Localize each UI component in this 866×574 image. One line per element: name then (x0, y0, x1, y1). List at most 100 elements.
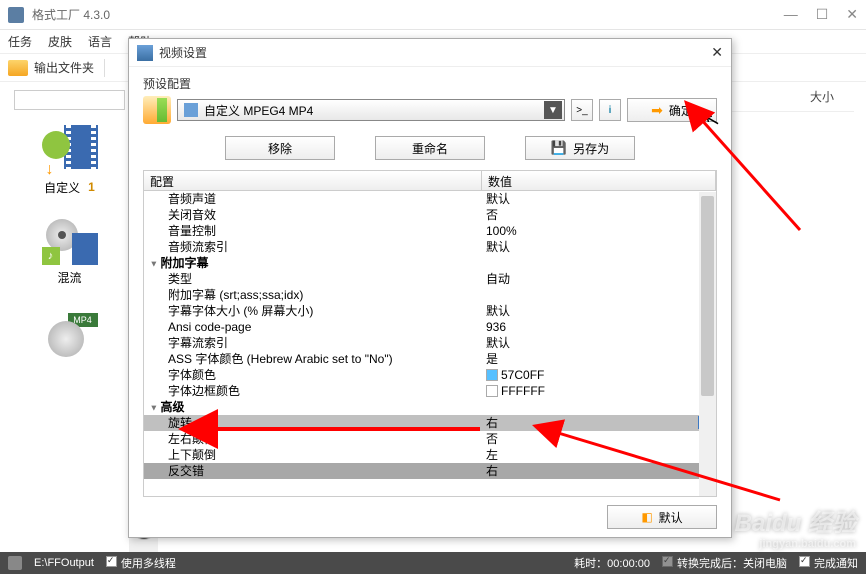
settings-table: 配置 数值 音频声道默认关闭音效否音量控制100%音频流索引默认附加字幕类型自动… (143, 170, 717, 497)
table-row[interactable]: 字体颜色57C0FF (144, 367, 716, 383)
cell-value[interactable]: 右▾ (482, 415, 716, 431)
column-size[interactable]: 大小 (810, 88, 834, 105)
cell-value[interactable] (482, 287, 716, 303)
preset-icon (143, 96, 171, 124)
custom-label: 自定义 (44, 179, 80, 196)
table-row[interactable]: 上下颠倒左 (144, 447, 716, 463)
cell-value[interactable]: 100% (482, 223, 716, 239)
table-row[interactable]: 反交错右 (144, 463, 716, 479)
save-icon: 💾 (551, 140, 567, 156)
drive-icon (8, 556, 22, 570)
table-row[interactable]: ASS 字体颜色 (Hebrew Arabic set to "No")是 (144, 351, 716, 367)
table-row[interactable]: Ansi code-page936 (144, 319, 716, 335)
table-row[interactable]: 字幕流索引默认 (144, 335, 716, 351)
cell-key: 附加字幕 (srt;ass;ssa;idx) (144, 287, 482, 303)
close-button[interactable]: ✕ (846, 6, 858, 23)
scrollbar-thumb[interactable] (701, 196, 714, 396)
rename-button[interactable]: 重命名 (375, 136, 485, 160)
cell-key: 类型 (144, 271, 482, 287)
remove-button[interactable]: 移除 (225, 136, 335, 160)
video-settings-dialog: 视频设置 ✕ 预设配置 自定义 MPEG4 MP4 ▼ >_ i ➡ 确定 ↖ … (128, 38, 732, 538)
checkbox-icon (106, 556, 117, 567)
table-row[interactable]: 类型自动 (144, 271, 716, 287)
cell-key: 音频声道 (144, 191, 482, 207)
cell-value[interactable]: FFFFFF (482, 383, 716, 399)
menu-task[interactable]: 任务 (8, 33, 32, 50)
dialog-close-button[interactable]: ✕ (711, 44, 723, 61)
th-key[interactable]: 配置 (144, 171, 482, 190)
cell-key: 上下颠倒 (144, 447, 482, 463)
status-bar: E:\FFOutput 使用多线程 耗时：00:00:00 转换完成后：关闭电脑… (0, 552, 866, 574)
ok-button[interactable]: ➡ 确定 ↖ (627, 98, 717, 122)
cell-value[interactable]: 默认 (482, 239, 716, 255)
cell-value[interactable]: 默认 (482, 303, 716, 319)
table-row[interactable]: 左右颠倒否 (144, 431, 716, 447)
sidebar-item-mp4[interactable]: MP4 (30, 300, 110, 380)
checkbox-icon (799, 556, 810, 567)
custom-icon: ↓ (42, 125, 98, 175)
cell-value[interactable]: 左 (482, 447, 716, 463)
dialog-title: 视频设置 (159, 44, 207, 61)
table-row[interactable]: 音频声道默认 (144, 191, 716, 207)
mix-label: 混流 (57, 269, 81, 286)
cell-value[interactable]: 否 (482, 431, 716, 447)
sidebar-item-custom[interactable]: ↓ 自定义 1 (30, 120, 110, 200)
output-path[interactable]: E:\FFOutput (34, 557, 94, 569)
cell-value[interactable]: 默认 (482, 191, 716, 207)
arrow-right-icon: ➡ (651, 102, 663, 119)
cell-key: 字幕字体大小 (% 屏幕大小) (144, 303, 482, 319)
mix-icon: ♪ (42, 215, 98, 265)
cell-value[interactable]: 936 (482, 319, 716, 335)
after-convert-toggle[interactable]: 转换完成后：关闭电脑 (662, 555, 787, 571)
cell-value[interactable]: 右 (482, 463, 716, 479)
notify-toggle[interactable]: 完成通知 (799, 555, 858, 571)
dialog-titlebar: 视频设置 ✕ (129, 39, 731, 67)
custom-badge: 1 (88, 180, 95, 194)
menu-skin[interactable]: 皮肤 (48, 33, 72, 50)
table-header: 配置 数值 (144, 171, 716, 191)
separator (104, 59, 105, 77)
console-button[interactable]: >_ (571, 99, 593, 121)
cell-value[interactable]: 是 (482, 351, 716, 367)
watermark: Baidu 经验 jingyan.baidu.com (735, 503, 856, 550)
cell-value[interactable]: 57C0FF (482, 367, 716, 383)
scrollbar[interactable] (699, 192, 716, 496)
reset-icon: ◧ (641, 510, 652, 524)
color-swatch (486, 385, 498, 397)
app-title: 格式工厂 4.3.0 (32, 6, 110, 23)
cell-value[interactable]: 默认 (482, 335, 716, 351)
cell-key: 音频流索引 (144, 239, 482, 255)
sidebar-item-mix[interactable]: ♪ 混流 (30, 210, 110, 290)
cell-key: 关闭音效 (144, 207, 482, 223)
table-row[interactable]: 关闭音效否 (144, 207, 716, 223)
multithread-toggle[interactable]: 使用多线程 (106, 555, 176, 571)
table-row[interactable]: 字幕字体大小 (% 屏幕大小)默认 (144, 303, 716, 319)
cell-value[interactable]: 自动 (482, 271, 716, 287)
cell-value[interactable] (482, 399, 716, 415)
output-folder-label[interactable]: 输出文件夹 (34, 59, 94, 76)
table-row[interactable]: 旋转右▾ (144, 415, 716, 431)
menu-language[interactable]: 语言 (88, 33, 112, 50)
table-row[interactable]: 高级 (144, 399, 716, 415)
info-button[interactable]: i (599, 99, 621, 121)
table-row[interactable]: 字体边框颜色FFFFFF (144, 383, 716, 399)
mp4-icon: MP4 (42, 313, 98, 363)
table-row[interactable]: 附加字幕 (srt;ass;ssa;idx) (144, 287, 716, 303)
table-row[interactable]: 音量控制100% (144, 223, 716, 239)
app-titlebar: 格式工厂 4.3.0 — ☐ ✕ (0, 0, 866, 30)
saveas-button[interactable]: 💾另存为 (525, 136, 635, 160)
minimize-button[interactable]: — (784, 6, 798, 23)
default-button[interactable]: ◧默认 (607, 505, 717, 529)
cell-key: 旋转 (144, 415, 482, 431)
table-row[interactable]: 音频流索引默认 (144, 239, 716, 255)
maximize-button[interactable]: ☐ (816, 6, 829, 23)
th-value[interactable]: 数值 (482, 171, 716, 190)
cursor-icon: ↖ (702, 108, 722, 132)
cell-value[interactable]: 否 (482, 207, 716, 223)
cell-value[interactable] (482, 255, 716, 271)
cell-key: 左右颠倒 (144, 431, 482, 447)
folder-icon[interactable] (8, 60, 28, 76)
preset-select[interactable]: 自定义 MPEG4 MP4 ▼ (177, 99, 565, 121)
cell-key: Ansi code-page (144, 319, 482, 335)
table-row[interactable]: 附加字幕 (144, 255, 716, 271)
